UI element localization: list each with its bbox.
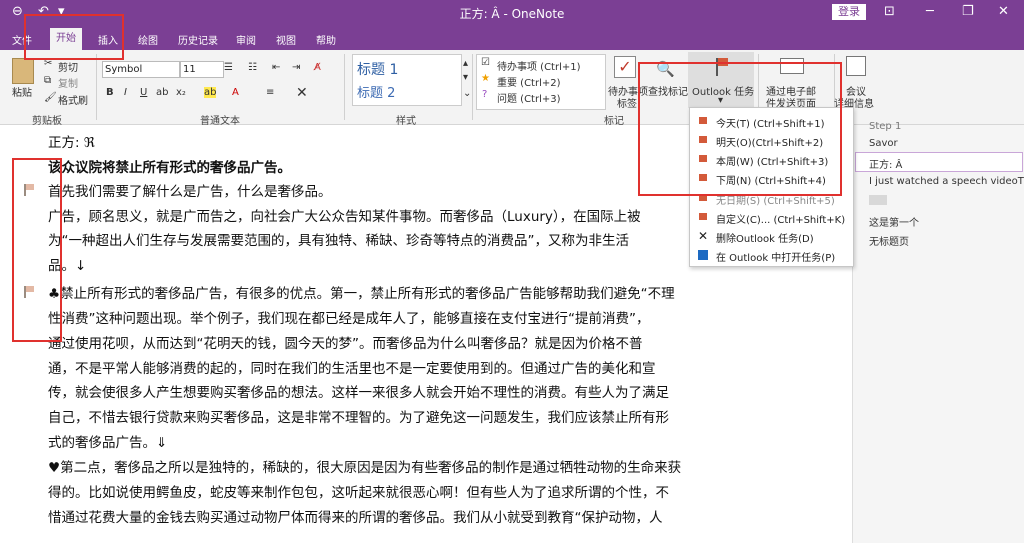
copy-icon[interactable]: ⧉ bbox=[44, 75, 51, 86]
note-line[interactable]: 通过使用花呗，从而达到“花明天的钱，圆今天的梦”。而奢侈品为什么叫奢侈品？就是因… bbox=[48, 332, 643, 356]
ribbon-tabs: 文件 开始 插入 绘图 历史记录 审阅 视图 帮助 bbox=[0, 26, 1024, 50]
clear-format-icon[interactable]: A̸ bbox=[314, 62, 321, 73]
paste-icon[interactable] bbox=[12, 58, 34, 84]
close-icon[interactable]: ✕ bbox=[998, 4, 1009, 19]
annotation-box-outlook bbox=[638, 62, 842, 196]
minimize-icon[interactable]: ─ bbox=[926, 4, 934, 19]
copy-button[interactable]: 复制 bbox=[58, 75, 78, 90]
font-size-box[interactable]: 11 bbox=[180, 61, 224, 78]
menu-item-delete-task[interactable]: 删除Outlook 任务(D) bbox=[716, 230, 814, 245]
strikethrough-icon[interactable]: ab bbox=[156, 87, 168, 98]
restore-icon[interactable]: ❐ bbox=[962, 4, 974, 19]
underline-icon[interactable]: U bbox=[140, 87, 147, 98]
page-list: Step 1 Savor 正方: Â I just watched a spee… bbox=[852, 121, 1024, 543]
numbering-icon[interactable]: ☷ bbox=[248, 62, 257, 73]
star-icon: ★ bbox=[481, 73, 490, 84]
checkbox-icon: ☑ bbox=[481, 57, 490, 68]
decrease-indent-icon[interactable]: ⇤ bbox=[272, 62, 280, 73]
bullets-icon[interactable]: ☰ bbox=[224, 62, 233, 73]
page-title[interactable]: 正方: ℜ bbox=[48, 131, 95, 155]
styles-scroll-up-icon[interactable]: ▴ bbox=[463, 58, 468, 69]
note-line[interactable]: ♥第二点，奢侈品之所以是独特的，稀缺的，很大原因是因为有些奢侈品的制作是通过牺牲… bbox=[48, 456, 681, 480]
font-name-box[interactable]: Symbol bbox=[102, 61, 180, 78]
cut-button[interactable]: 剪切 bbox=[58, 59, 78, 74]
note-line[interactable]: 得的。比如说使用鳄鱼皮，蛇皮等来制作包包，这听起来就很恶心啊！但有些人为了追求所… bbox=[48, 481, 669, 505]
title-bar: ⊖ ↶ ▾ 正方: Â - OneNote 登录 ⊡ ─ ❐ ✕ bbox=[0, 0, 1024, 26]
delete-task-icon: ✕ bbox=[698, 229, 709, 243]
menu-item-open-in-outlook[interactable]: 在 Outlook 中打开任务(P) bbox=[716, 249, 835, 264]
increase-indent-icon[interactable]: ⇥ bbox=[292, 62, 300, 73]
tag-todo[interactable]: 待办事项 (Ctrl+1) bbox=[497, 58, 581, 73]
menu-item-custom[interactable]: 自定义(C)... (Ctrl+Shift+K) bbox=[716, 211, 845, 226]
group-divider bbox=[344, 54, 345, 120]
todo-tag-button-line2: 标签 bbox=[617, 99, 637, 110]
outlook-icon bbox=[698, 250, 708, 260]
note-line[interactable]: 广告，顾名思义，就是广而告之，向社会广大公众告知某件事物。而奢侈品（Luxury… bbox=[48, 205, 641, 229]
styles-gallery[interactable]: 标题 1 标题 2 bbox=[352, 54, 462, 106]
group-divider bbox=[96, 54, 97, 120]
note-line[interactable]: 为“一种超出人们生存与发展需要范围的，具有独特、稀缺、珍奇等特点的消费品”，又称… bbox=[48, 229, 629, 253]
tab-view[interactable]: 视图 bbox=[276, 32, 296, 47]
paste-button[interactable]: 粘贴 bbox=[12, 84, 32, 99]
page-item[interactable]: 这是第一个 bbox=[869, 214, 919, 229]
note-line[interactable]: 性消费”这种问题出现。举个例子，我们现在都已经是成年人了，能够直接在支付宝进行“… bbox=[48, 307, 649, 331]
note-line[interactable]: 传，就会使很多人产生想要购买奢侈品的想法。这样一来很多人就会开始不理性的消费。有… bbox=[48, 381, 669, 405]
page-item[interactable]: 正方: Â bbox=[869, 156, 902, 171]
note-line[interactable]: 式的奢侈品广告。⇓ bbox=[48, 431, 167, 455]
window-title: 正方: Â - OneNote bbox=[459, 7, 565, 21]
group-divider bbox=[472, 54, 473, 120]
tab-draw[interactable]: 绘图 bbox=[138, 32, 158, 47]
meeting-icon[interactable] bbox=[846, 56, 866, 76]
styles-expand-icon[interactable]: ⌄ bbox=[463, 88, 471, 99]
question-icon: ? bbox=[482, 89, 488, 100]
tag-question[interactable]: 问题 (Ctrl+3) bbox=[497, 90, 561, 105]
format-painter-icon[interactable]: 🖌 bbox=[44, 92, 57, 103]
style-heading-1[interactable]: 标题 1 bbox=[357, 59, 398, 79]
note-line[interactable]: 自己，不惜去银行贷款来购买奢侈品，这是非常不理智的。为了避免这一问题发生，我们应… bbox=[48, 406, 669, 430]
style-heading-2[interactable]: 标题 2 bbox=[357, 82, 395, 101]
note-line[interactable]: ♣禁止所有形式的奢侈品广告，有很多的优点。第一，禁止所有形式的奢侈品广告能够帮助… bbox=[48, 282, 675, 306]
italic-icon[interactable]: I bbox=[124, 87, 127, 98]
annotation-box-flags bbox=[12, 158, 62, 342]
tag-important[interactable]: 重要 (Ctrl+2) bbox=[497, 74, 561, 89]
page-item[interactable]: Step 1 bbox=[869, 121, 901, 132]
page-item[interactable]: 无标题页 bbox=[869, 233, 909, 248]
page-item[interactable]: I just watched a speech videoTh bbox=[869, 176, 1024, 187]
login-button[interactable]: 登录 bbox=[832, 4, 866, 20]
tab-review[interactable]: 审阅 bbox=[236, 32, 256, 47]
blurred-page-item[interactable] bbox=[869, 195, 887, 205]
align-icon[interactable]: ≡ bbox=[266, 87, 274, 98]
highlight-icon[interactable]: ab bbox=[204, 87, 217, 98]
format-painter-button[interactable]: 格式刷 bbox=[58, 92, 88, 107]
ribbon: 粘贴 ✂ 剪切 ⧉ 复制 🖌 格式刷 剪贴板 Symbol 11 ☰ ☷ ⇤ ⇥… bbox=[0, 50, 1024, 127]
todo-tag-icon[interactable]: ✓ bbox=[614, 56, 636, 78]
flag-icon bbox=[699, 213, 707, 220]
annotation-box-tabs bbox=[24, 14, 124, 60]
subscript-icon[interactable]: x₂ bbox=[176, 87, 186, 98]
styles-scroll-down-icon[interactable]: ▾ bbox=[463, 72, 468, 83]
ribbon-display-icon[interactable]: ⊡ bbox=[884, 4, 895, 19]
font-color-icon[interactable]: A bbox=[232, 87, 239, 98]
note-line[interactable]: 该众议院将禁止所有形式的奢侈品广告。 bbox=[48, 156, 291, 180]
tags-gallery[interactable]: ☑ 待办事项 (Ctrl+1) ★ 重要 (Ctrl+2) ? 问题 (Ctrl… bbox=[476, 54, 606, 110]
note-line[interactable]: 惜通过花费大量的金钱去购买通过动物尸体而得来的所谓的奢侈品。我们从小就受到教育“… bbox=[48, 506, 663, 530]
tab-help[interactable]: 帮助 bbox=[316, 32, 336, 47]
page-item[interactable]: Savor bbox=[869, 138, 898, 149]
bold-icon[interactable]: B bbox=[106, 87, 114, 98]
tab-history[interactable]: 历史记录 bbox=[178, 32, 218, 47]
delete-icon[interactable]: ✕ bbox=[296, 85, 308, 101]
note-line[interactable]: 首先我们需要了解什么是广告，什么是奢侈品。 bbox=[48, 180, 332, 204]
note-line[interactable]: 通，不是平常人能够消费的起的，同时在我们的生活里也不是一定要使用到的。但通过广告… bbox=[48, 357, 656, 381]
